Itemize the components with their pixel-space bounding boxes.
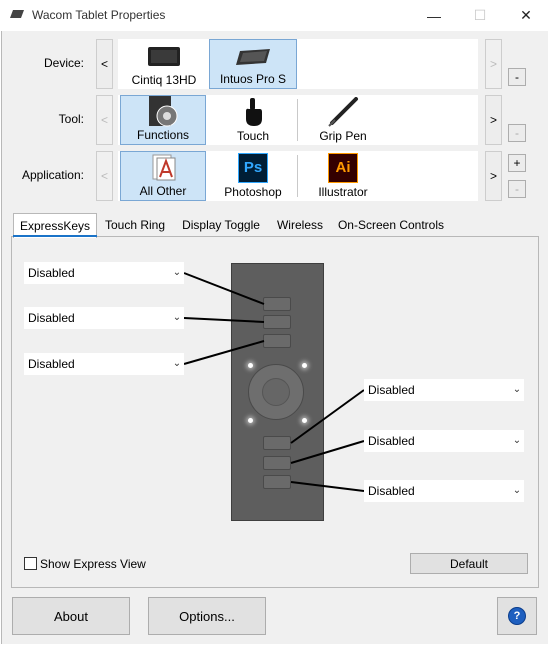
expresskey-6 — [263, 475, 291, 489]
chevron-down-icon: ⌄ — [172, 267, 182, 278]
dropdown-value: Disabled — [28, 311, 75, 325]
show-express-view-label[interactable]: Show Express View — [40, 557, 146, 571]
led-indicator — [302, 418, 307, 423]
expresskey-4 — [263, 436, 291, 450]
expresskey-6-dropdown[interactable]: Disabled ⌄ — [364, 480, 524, 502]
title-bar: Wacom Tablet Properties — ☐ ✕ — [0, 0, 549, 31]
expresskey-3-dropdown[interactable]: Disabled ⌄ — [24, 353, 184, 375]
led-indicator — [248, 363, 253, 368]
minimize-button[interactable]: — — [411, 0, 457, 31]
tool-item-grip-pen[interactable]: Grip Pen — [299, 95, 387, 145]
tool-row-label: Tool: — [58, 112, 84, 126]
application-item-label: Photoshop — [224, 185, 282, 199]
tool-item-label: Grip Pen — [319, 129, 367, 143]
touch-hand-icon — [209, 95, 297, 129]
tool-next-button[interactable]: > — [485, 95, 502, 145]
options-button[interactable]: Options... — [148, 597, 266, 635]
tab-display-toggle[interactable]: Display Toggle — [175, 213, 267, 237]
application-item-photoshop[interactable]: Ps Photoshop — [209, 151, 297, 201]
expresskey-5 — [263, 456, 291, 470]
default-button[interactable]: Default — [410, 553, 528, 574]
device-item-label: Cintiq 13HD — [131, 73, 197, 87]
expresskey-4-dropdown[interactable]: Disabled ⌄ — [364, 379, 524, 401]
dropdown-value: Disabled — [368, 484, 415, 498]
tool-prev-button[interactable]: < — [96, 95, 113, 145]
tablet-display-icon — [120, 39, 208, 73]
expresskey-5-dropdown[interactable]: Disabled ⌄ — [364, 430, 524, 452]
functions-icon — [121, 96, 205, 128]
application-item-label: Illustrator — [318, 185, 368, 199]
chevron-down-icon: ⌄ — [172, 312, 182, 323]
tool-item-label: Functions — [136, 128, 190, 142]
device-item-label: Intuos Pro S — [219, 72, 287, 86]
chevron-down-icon: ⌄ — [512, 384, 522, 395]
device-next-button[interactable]: > — [485, 39, 502, 89]
tab-wireless[interactable]: Wireless — [271, 213, 329, 237]
application-remove-button[interactable]: - — [508, 180, 526, 198]
dropdown-value: Disabled — [368, 434, 415, 448]
tab-touch-ring[interactable]: Touch Ring — [99, 213, 171, 237]
tool-item-functions[interactable]: Functions — [120, 95, 206, 145]
application-next-button[interactable]: > — [485, 151, 502, 201]
expresskey-2 — [263, 315, 291, 329]
chevron-down-icon: ⌄ — [512, 435, 522, 446]
device-item-intuos-pro-s[interactable]: Intuos Pro S — [209, 39, 297, 89]
window-title: Wacom Tablet Properties — [32, 8, 166, 22]
active-tab-indicator — [13, 235, 97, 237]
application-item-all-other[interactable]: All Other — [120, 151, 206, 201]
expresskey-2-dropdown[interactable]: Disabled ⌄ — [24, 307, 184, 329]
application-add-button[interactable]: + — [508, 154, 526, 172]
application-prev-button[interactable]: < — [96, 151, 113, 201]
help-icon: ? — [508, 607, 526, 625]
all-other-apps-icon — [121, 152, 205, 184]
dropdown-value: Disabled — [28, 357, 75, 371]
show-express-view-checkbox[interactable] — [24, 557, 37, 570]
dropdown-value: Disabled — [28, 266, 75, 280]
expresskey-1 — [263, 297, 291, 311]
dropdown-value: Disabled — [368, 383, 415, 397]
tool-item-touch[interactable]: Touch — [209, 95, 297, 145]
application-row-label: Application: — [21, 168, 84, 182]
device-row-label: Device: — [43, 56, 84, 70]
chevron-down-icon: ⌄ — [512, 485, 522, 496]
expresskey-1-dropdown[interactable]: Disabled ⌄ — [24, 262, 184, 284]
device-remove-button[interactable]: - — [508, 68, 526, 86]
tool-remove-button[interactable]: - — [508, 124, 526, 142]
chevron-down-icon: ⌄ — [172, 358, 182, 369]
close-button[interactable]: ✕ — [503, 0, 549, 31]
tablet-icon — [210, 40, 296, 72]
wacom-app-icon — [10, 10, 24, 18]
application-separator — [297, 155, 298, 197]
led-indicator — [302, 363, 307, 368]
device-item-cintiq-13hd[interactable]: Cintiq 13HD — [120, 39, 208, 89]
touch-ring-center — [262, 378, 290, 406]
photoshop-icon: Ps — [238, 153, 268, 183]
illustrator-icon: Ai — [328, 153, 358, 183]
about-button[interactable]: About — [12, 597, 130, 635]
tool-item-label: Touch — [236, 129, 270, 143]
maximize-button: ☐ — [473, 7, 487, 23]
device-prev-button[interactable]: < — [96, 39, 113, 89]
expresskey-3 — [263, 334, 291, 348]
application-item-label: All Other — [139, 184, 187, 198]
tab-on-screen-controls[interactable]: On-Screen Controls — [333, 213, 449, 237]
pen-icon — [299, 95, 387, 129]
tool-separator — [297, 99, 298, 141]
help-button[interactable]: ? — [497, 597, 537, 635]
led-indicator — [248, 418, 253, 423]
application-item-illustrator[interactable]: Ai Illustrator — [299, 151, 387, 201]
